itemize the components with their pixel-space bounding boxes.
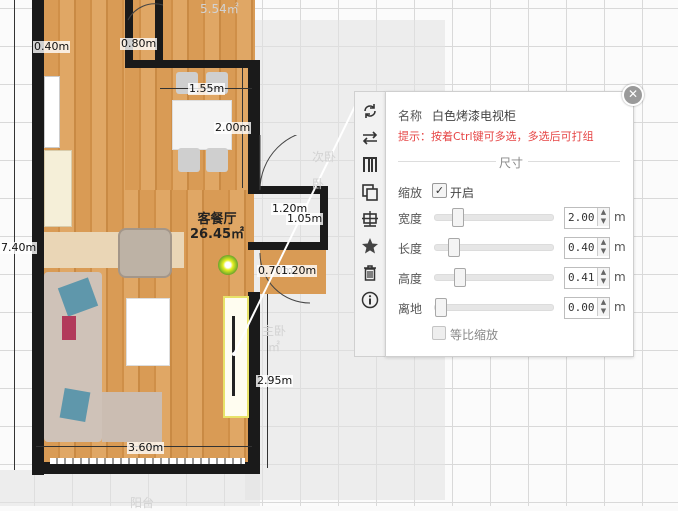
height-unit: m (614, 270, 626, 284)
dining-chair[interactable] (178, 148, 200, 172)
object-toolbar (354, 91, 387, 357)
increment-icon[interactable]: ▲ (597, 268, 609, 277)
elevation-label: 离地 (398, 302, 423, 316)
name-value: 白色烤漆电视柜 (432, 109, 517, 123)
coffee-table[interactable] (126, 298, 170, 366)
dimension-label: 3.60m (127, 441, 165, 454)
increment-icon[interactable]: ▲ (597, 208, 609, 217)
name-label: 名称 (398, 109, 423, 123)
cushion (59, 387, 91, 423)
room-label[interactable]: 客餐厅 26.45㎡ (182, 212, 252, 242)
section-title: 尺寸 (499, 156, 524, 170)
slider-thumb[interactable] (452, 208, 464, 227)
length-slider[interactable] (434, 238, 554, 257)
length-label: 长度 (398, 242, 423, 256)
rotate-icon[interactable] (358, 100, 382, 122)
cushion (62, 316, 76, 340)
dimension-label: 1.05m (286, 212, 324, 225)
ghost-label: 卧 (312, 177, 325, 191)
elevation-slider[interactable] (434, 298, 554, 317)
increment-icon[interactable]: ▲ (597, 298, 609, 307)
wall (32, 0, 44, 475)
ghost-label: 阳台 (130, 496, 155, 510)
ghost-label: 5.54㎡ (200, 2, 239, 16)
scale-checkbox[interactable]: ✓ (432, 183, 447, 198)
dimension-label: 7.40m (0, 241, 38, 254)
dining-chair[interactable] (206, 148, 228, 172)
divider (528, 161, 620, 162)
window (50, 458, 245, 464)
length-stepper[interactable]: ▲▼ (564, 237, 610, 259)
scale-label: 缩放 (398, 186, 423, 200)
decrement-icon[interactable]: ▼ (597, 247, 609, 256)
center-icon[interactable] (358, 208, 382, 230)
dimension-label: 2.00m (214, 121, 252, 134)
dimension-label: 2.95m (256, 374, 294, 387)
dimension-label: 1.55m (188, 82, 226, 95)
dimension-label: 0.40m (33, 40, 71, 53)
door-arc (127, 3, 164, 21)
ghost-label: ㎡ (268, 340, 281, 354)
dimension-label: 1.20m (280, 264, 318, 277)
wall-cabinet[interactable] (44, 76, 60, 148)
height-stepper[interactable]: ▲▼ (564, 267, 610, 289)
properties-panel: 名称 白色烤漆电视柜 提示：按着Ctrl键可多选，多选后可打组 尺寸 缩放 ✓ … (385, 91, 634, 357)
increment-icon[interactable]: ▲ (597, 238, 609, 247)
sofa-chaise[interactable] (102, 392, 162, 442)
width-unit: m (614, 210, 626, 224)
elevation-input[interactable] (565, 298, 598, 316)
width-slider[interactable] (434, 208, 554, 227)
width-label: 宽度 (398, 212, 423, 226)
proportional-label: 等比缩放 (450, 328, 499, 342)
elevation-unit: m (614, 300, 626, 314)
align-icon[interactable] (358, 154, 382, 176)
favorite-icon[interactable] (358, 235, 382, 257)
width-stepper[interactable]: ▲▼ (564, 207, 610, 229)
side-cabinet[interactable] (44, 150, 72, 227)
scale-toggle-label: 开启 (450, 186, 475, 200)
height-input[interactable] (565, 268, 598, 286)
copy-icon[interactable] (358, 181, 382, 203)
info-icon[interactable] (358, 289, 382, 311)
room-area: 26.45㎡ (189, 227, 245, 242)
wall (125, 60, 260, 68)
height-label: 高度 (398, 272, 423, 286)
ghost-label: 次卧 (312, 150, 337, 164)
decrement-icon[interactable]: ▼ (597, 307, 609, 316)
divider (398, 161, 496, 162)
height-slider[interactable] (434, 268, 554, 287)
length-unit: m (614, 240, 626, 254)
proportional-checkbox[interactable] (432, 326, 446, 340)
width-input[interactable] (565, 208, 598, 226)
mirror-icon[interactable] (358, 127, 382, 149)
dimension-line (14, 0, 15, 470)
dimension-label: 0.80m (120, 37, 158, 50)
close-icon[interactable]: ✕ (622, 84, 644, 106)
slider-thumb[interactable] (454, 268, 466, 287)
armchair[interactable] (118, 228, 172, 278)
multi-select-hint: 提示：按着Ctrl键可多选，多选后可打组 (398, 130, 594, 143)
slider-thumb[interactable] (448, 238, 460, 257)
slider-thumb[interactable] (435, 298, 447, 317)
ghost-label: 主卧 (262, 324, 287, 338)
delete-icon[interactable] (358, 262, 382, 284)
length-input[interactable] (565, 238, 598, 256)
elevation-stepper[interactable]: ▲▼ (564, 297, 610, 319)
decrement-icon[interactable]: ▼ (597, 277, 609, 286)
room-name: 客餐厅 (197, 212, 237, 227)
decrement-icon[interactable]: ▼ (597, 217, 609, 226)
